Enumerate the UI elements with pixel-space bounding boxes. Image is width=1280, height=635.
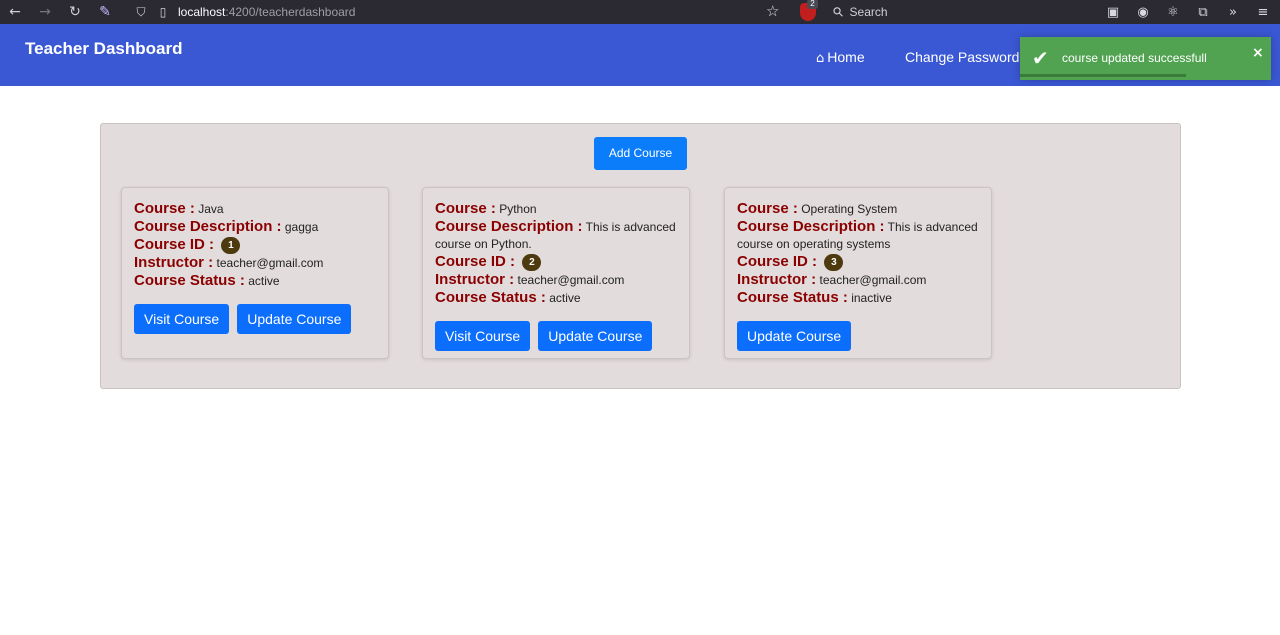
description-label: Course Description : xyxy=(134,218,282,235)
toast-progress-bar xyxy=(1020,74,1186,77)
page-icon: ▯ xyxy=(159,5,167,19)
search-icon: ⚲ xyxy=(830,3,848,21)
course-label: Course : xyxy=(435,200,496,217)
course-id-row: Course ID : 1 xyxy=(134,236,376,255)
status-label: Course Status : xyxy=(435,289,546,307)
instructor-label: Instructor : xyxy=(435,271,515,289)
instructor-row: Instructor : teacher@gmail.com xyxy=(134,254,376,272)
react-devtools-icon[interactable]: ⚛ xyxy=(1158,5,1188,20)
browser-extension-icons: ▣ ◉ ⚛ ⧉ » ≡ xyxy=(1098,0,1278,24)
sidebar-icon[interactable]: ▣ xyxy=(1098,5,1128,20)
reload-icon[interactable]: ↻ xyxy=(60,0,90,24)
status-row: Course Status : inactive xyxy=(737,289,979,307)
instructor-row: Instructor : teacher@gmail.com xyxy=(435,271,677,289)
course-label: Course : xyxy=(737,200,798,217)
nav-home-label: Home xyxy=(827,49,865,65)
wrench-icon[interactable]: ✎ xyxy=(90,0,120,24)
course-name: Python xyxy=(499,202,537,216)
update-course-button[interactable]: Update Course xyxy=(538,321,653,352)
back-arrow-icon[interactable]: ← xyxy=(0,0,30,24)
toast-message: course updated successfull xyxy=(1062,51,1207,65)
course-status: active xyxy=(248,274,280,289)
course-description-row: Course Description : This is advanced co… xyxy=(737,218,979,253)
status-row: Course Status : active xyxy=(435,289,677,307)
status-row: Course Status : active xyxy=(134,272,376,290)
course-name-row: Course : Java xyxy=(134,200,376,218)
url-text[interactable]: localhost:4200/teacherdashboard xyxy=(174,5,355,19)
course-id-badge: 3 xyxy=(824,254,844,272)
instructor-row: Instructor : teacher@gmail.com xyxy=(737,271,979,289)
extensions-icon[interactable]: ⧉ xyxy=(1188,5,1218,20)
instructor-label: Instructor : xyxy=(134,254,214,272)
search-placeholder: Search xyxy=(849,5,888,19)
home-icon: ⌂ xyxy=(816,51,825,66)
card-actions: Visit Course Update Course xyxy=(134,304,376,335)
course-description: gagga xyxy=(284,220,319,234)
course-id-badge: 2 xyxy=(522,254,542,272)
instructor-email: teacher@gmail.com xyxy=(517,273,625,288)
course-card: Course : Python Course Description : Thi… xyxy=(422,187,690,359)
success-toast[interactable]: ✔ course updated successfull × xyxy=(1020,37,1271,80)
course-description-row: Course Description : This is advanced co… xyxy=(435,218,677,253)
status-label: Course Status : xyxy=(134,272,245,290)
nav-change-password-link[interactable]: Change Password xyxy=(905,49,1019,65)
instructor-label: Instructor : xyxy=(737,271,817,289)
course-id-row: Course ID : 3 xyxy=(737,253,979,272)
account-icon[interactable]: ◉ xyxy=(1128,5,1158,20)
course-name: Operating System xyxy=(801,202,898,216)
id-label: Course ID : xyxy=(737,253,818,270)
id-label: Course ID : xyxy=(435,253,516,270)
shield-icon[interactable]: ⛉ xyxy=(130,0,152,24)
forward-arrow-icon[interactable]: → xyxy=(30,0,60,24)
courses-panel: Add Course Course : Java Course Descript… xyxy=(100,123,1181,389)
course-name-row: Course : Python xyxy=(435,200,677,218)
course-description-row: Course Description : gagga xyxy=(134,218,376,236)
course-label: Course : xyxy=(134,200,195,217)
instructor-email: teacher@gmail.com xyxy=(819,273,927,288)
address-bar[interactable]: ⛉ ▯ localhost:4200/teacherdashboard xyxy=(130,0,790,24)
course-id-badge: 1 xyxy=(221,237,241,255)
course-name: Java xyxy=(198,202,224,216)
visit-course-button[interactable]: Visit Course xyxy=(435,321,531,352)
card-actions: Visit Course Update Course xyxy=(435,321,677,352)
course-status: active xyxy=(549,291,581,306)
bookmark-star-icon[interactable]: ☆ xyxy=(766,2,784,22)
check-icon: ✔ xyxy=(1032,46,1049,70)
toast-close-button[interactable]: × xyxy=(1252,45,1264,61)
nav-home-link[interactable]: ⌂ Home xyxy=(816,49,865,66)
brand-title[interactable]: Teacher Dashboard xyxy=(25,39,182,59)
instructor-email: teacher@gmail.com xyxy=(216,256,324,271)
course-name-row: Course : Operating System xyxy=(737,200,979,218)
ublock-count-badge: 2 xyxy=(807,0,818,9)
id-label: Course ID : xyxy=(134,236,215,253)
update-course-button[interactable]: Update Course xyxy=(737,321,852,352)
card-actions: Update Course xyxy=(737,321,979,352)
browser-search-field[interactable]: ⚲ Search xyxy=(826,0,1086,24)
description-label: Course Description : xyxy=(435,218,583,235)
visit-course-button[interactable]: Visit Course xyxy=(134,304,230,335)
description-label: Course Description : xyxy=(737,218,885,235)
course-id-row: Course ID : 2 xyxy=(435,253,677,272)
update-course-button[interactable]: Update Course xyxy=(237,304,352,335)
status-label: Course Status : xyxy=(737,289,848,307)
course-card: Course : Operating System Course Descrip… xyxy=(724,187,992,359)
course-status: inactive xyxy=(851,291,892,306)
menu-icon[interactable]: ≡ xyxy=(1248,5,1278,20)
add-course-button[interactable]: Add Course xyxy=(594,137,687,170)
course-card: Course : Java Course Description : gagga… xyxy=(121,187,389,359)
overflow-chevron-icon[interactable]: » xyxy=(1218,5,1248,20)
